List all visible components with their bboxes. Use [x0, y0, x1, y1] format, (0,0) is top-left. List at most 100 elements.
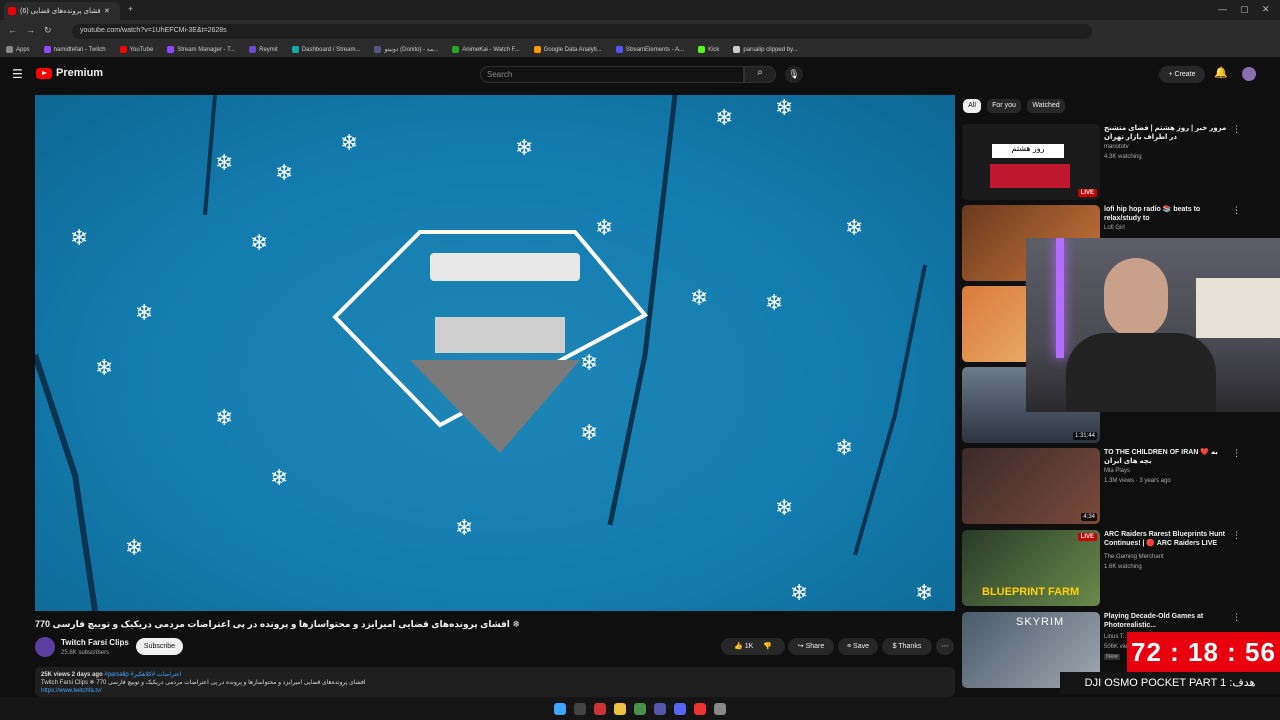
save-button[interactable]: ≡ Save: [838, 638, 878, 655]
app-icon[interactable]: [594, 702, 606, 715]
search-taskbar-icon[interactable]: [574, 702, 586, 715]
close-tab-icon[interactable]: ✕: [104, 7, 110, 15]
chrome-icon[interactable]: [634, 702, 646, 715]
related-channel: Lofi Girl: [1104, 225, 1125, 231]
goal-banner: DJI OSMO POCKET PART 1 :هدف: [1060, 672, 1280, 694]
minimize-icon[interactable]: —: [1218, 4, 1227, 14]
reymit-icon: [249, 46, 257, 53]
discord-icon[interactable]: [674, 702, 686, 715]
bookmark-item[interactable]: Apps: [6, 45, 30, 54]
kebab-menu-icon[interactable]: ⋮: [1232, 612, 1241, 623]
bell-icon: 🔔: [1214, 67, 1228, 79]
like-dislike-group: 👍 1K 👎: [721, 638, 785, 655]
video-thumbnail: BLUEPRINT FARM LIVE: [962, 530, 1100, 606]
apps-icon: [6, 46, 13, 53]
bookmark-item[interactable]: دونیتو (Donito) - مد...: [374, 45, 438, 54]
description-box[interactable]: 25K views 2 days ago #parsalip #اعتراضات…: [35, 667, 955, 697]
related-meta: 1.6K watching: [1104, 564, 1142, 570]
chip-watched[interactable]: Watched: [1027, 99, 1065, 113]
svg-text:❄: ❄: [515, 136, 533, 161]
bookmark-item[interactable]: Kick: [698, 45, 719, 54]
svg-text:❄: ❄: [340, 131, 358, 156]
youtube-play-icon: [36, 67, 52, 79]
close-window-icon[interactable]: ✕: [1262, 4, 1270, 15]
related-title: Playing Decade-Old Games at Photorealist…: [1104, 613, 1204, 629]
animekai-icon: [452, 46, 460, 53]
description-text: Twitch Farsi Clips ❄ 770 افشای پرونده‌ها…: [41, 680, 366, 686]
bookmark-item[interactable]: hamidtefan - Twitch: [43, 45, 106, 54]
related-video[interactable]: روز هشتم LIVE مرور خبر | روز هشتم | فضای…: [962, 124, 1272, 200]
kebab-menu-icon[interactable]: ⋮: [1232, 205, 1241, 216]
tab-title: (6) افشای پرونده‌های قضایی ...: [20, 8, 100, 15]
bookmark-item[interactable]: Reymit: [249, 45, 278, 54]
search-input[interactable]: Search: [480, 66, 744, 83]
bookmark-item[interactable]: Stream Manager - T...: [167, 45, 235, 54]
svg-text:❄: ❄: [595, 216, 613, 241]
thumbnail-banner: [990, 164, 1070, 188]
related-video[interactable]: 4:34 TO THE CHILDREN OF IRAN ❤️ به بچه ه…: [962, 448, 1272, 524]
twitch-icon: [167, 46, 175, 53]
bookmark-item[interactable]: AnimeKai - Watch F...: [452, 45, 520, 54]
description-link[interactable]: https://www.twitchfa.tv/: [41, 687, 949, 695]
subscribe-button[interactable]: Subscribe: [136, 638, 183, 655]
thumbnail-text: روز هشتم: [992, 144, 1064, 158]
video-player[interactable]: ❄ ❄ ❄ ❄ ❄ ❄ ❄ ❄ ❄ ❄ ❄ ❄ ❄ ❄ ❄ ❄ ❄ ❄ ❄ ❄ ❄ ❄ ❄ ❄: [35, 95, 955, 611]
notifications-button[interactable]: 🔔: [1214, 66, 1228, 79]
back-icon[interactable]: ←: [8, 25, 17, 35]
svg-text:❄: ❄: [95, 356, 113, 381]
new-tab-icon[interactable]: +: [128, 4, 133, 14]
save-icon: ≡: [846, 643, 852, 650]
chip-for-you[interactable]: For you: [987, 99, 1021, 113]
menu-icon[interactable]: ☰: [12, 67, 23, 81]
related-channel: manototv: [1104, 144, 1129, 150]
channel-name[interactable]: Twitch Farsi Clips: [61, 638, 129, 647]
reload-icon[interactable]: ↻: [44, 25, 52, 36]
svg-text:❄: ❄: [765, 291, 783, 316]
share-button[interactable]: ↪ Share: [788, 638, 834, 655]
chip-all[interactable]: All: [963, 99, 981, 113]
start-icon[interactable]: [554, 702, 566, 715]
obs-icon[interactable]: [714, 702, 726, 715]
related-channel: Linus T...: [1104, 634, 1128, 640]
browser-tab[interactable]: (6) افشای پرونده‌های قضایی ... ✕: [4, 2, 120, 20]
bookmark-item[interactable]: Dashboard / Stream...: [291, 45, 360, 54]
svg-text:❄: ❄: [135, 301, 153, 326]
bookmark-item[interactable]: StreamElements - A...: [615, 45, 684, 54]
hashtags[interactable]: #parsalip #اعتراضات #کلاهکیر: [104, 672, 181, 678]
youtube-logo[interactable]: Premium: [36, 67, 103, 79]
kebab-menu-icon[interactable]: ⋮: [1232, 124, 1241, 135]
more-actions-button[interactable]: ⋯: [936, 638, 954, 655]
youtube-taskbar-icon[interactable]: [694, 702, 706, 715]
kebab-menu-icon[interactable]: ⋮: [1232, 530, 1241, 541]
channel-avatar[interactable]: [35, 637, 55, 657]
bookmark-item[interactable]: parsalip clipped by...: [733, 45, 798, 54]
create-button[interactable]: + Create: [1159, 66, 1205, 83]
bookmark-item[interactable]: Google Data Analyti...: [533, 45, 602, 54]
like-button[interactable]: 👍 1K: [734, 643, 753, 650]
url-field[interactable]: youtube.com/watch?v=1UhEFCMi-3E&t=2628s: [72, 24, 1092, 39]
streamer-face: [1104, 258, 1168, 338]
dislike-button[interactable]: 👎: [763, 643, 772, 650]
svg-text:❄: ❄: [580, 421, 598, 446]
duration-badge: 1:31:44: [1072, 432, 1097, 440]
bookmark-item[interactable]: YouTube: [119, 45, 153, 54]
search-button[interactable]: ⌕: [744, 66, 776, 83]
svg-text:❄: ❄: [715, 106, 733, 131]
maximize-icon[interactable]: ▢: [1240, 4, 1249, 15]
voice-search-button[interactable]: 🎙: [785, 66, 803, 83]
bed: [1196, 278, 1280, 338]
thanks-button[interactable]: $ Thanks: [882, 638, 932, 655]
related-video[interactable]: BLUEPRINT FARM LIVE ARC Raiders Rarest B…: [962, 530, 1272, 606]
svg-text:❄: ❄: [215, 151, 233, 176]
folder-icon[interactable]: [614, 702, 626, 715]
kebab-menu-icon[interactable]: ⋮: [1232, 448, 1241, 459]
google-icon: [533, 46, 541, 53]
thanks-icon: $: [892, 643, 897, 650]
account-avatar[interactable]: [1242, 67, 1256, 81]
forward-icon[interactable]: →: [26, 25, 35, 35]
related-channel: Mia Plays: [1104, 468, 1131, 474]
webcam-overlay: [1026, 238, 1280, 412]
subathon-timer: 72 : 18 : 56: [1127, 632, 1280, 672]
related-title: TO THE CHILDREN OF IRAN ❤️ به بچه های ای…: [1104, 449, 1218, 465]
app-icon[interactable]: [654, 702, 666, 715]
